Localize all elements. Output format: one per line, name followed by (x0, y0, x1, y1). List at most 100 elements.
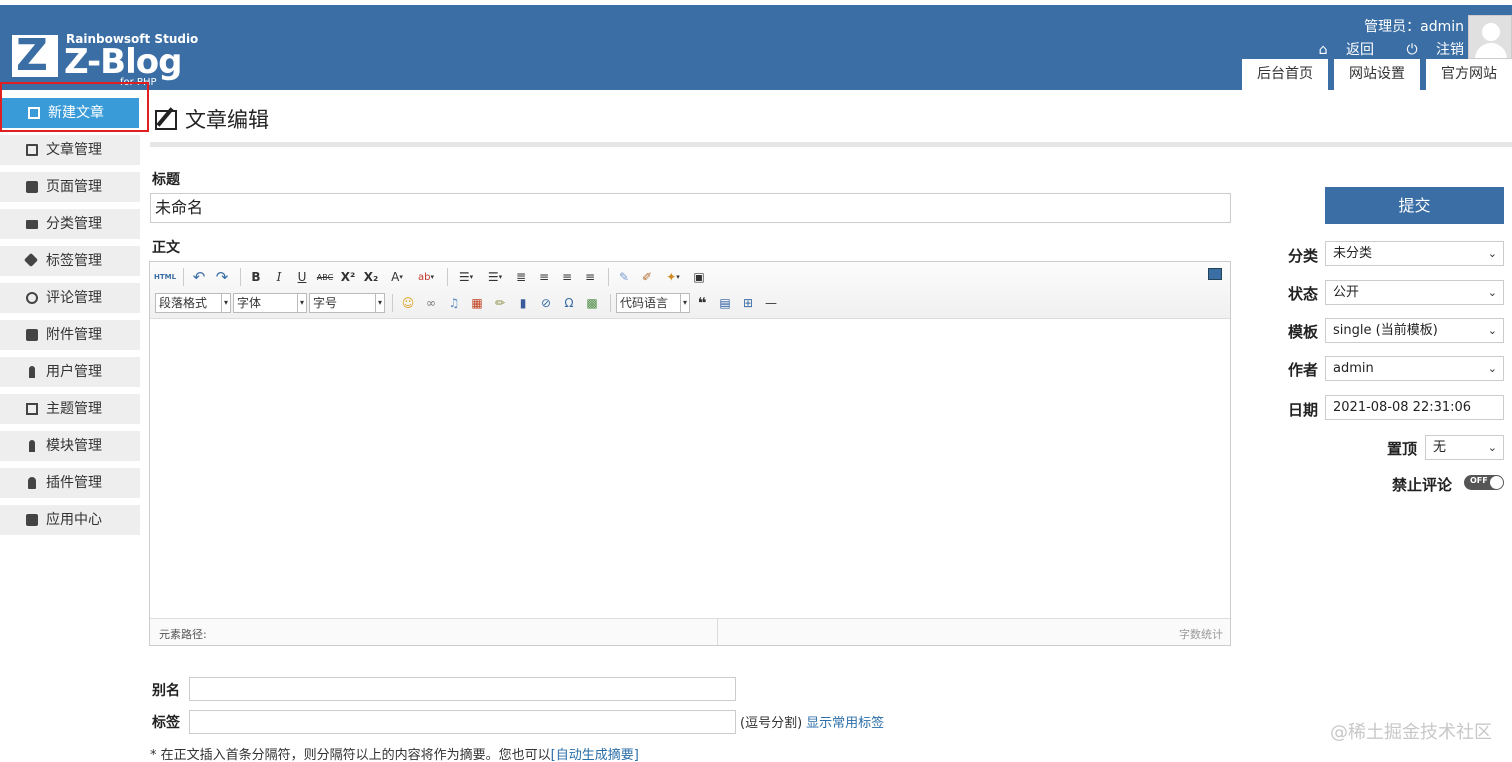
indent-button[interactable]: ≣ (511, 267, 531, 287)
disable-comment-toggle[interactable]: OFF (1464, 475, 1504, 490)
tags-input[interactable] (189, 710, 736, 734)
avatar[interactable] (1468, 15, 1512, 59)
page-title-text: 文章编辑 (185, 108, 269, 132)
indent-icon: ≣ (515, 270, 527, 284)
chevron-down-icon: ⌄ (1487, 247, 1497, 260)
blockquote-button[interactable]: ❝ (692, 293, 712, 313)
sidebar-item-plugin-manage[interactable]: 插件管理 (0, 468, 140, 498)
sidebar-item-attachment-manage[interactable]: 附件管理 (0, 320, 140, 350)
sidebar-item-theme-manage[interactable]: 主题管理 (0, 394, 140, 424)
special-char-button[interactable]: Ω (559, 293, 579, 313)
sidebar-item-module-manage[interactable]: 模块管理 (0, 431, 140, 461)
align-right-button[interactable]: ≡ (580, 267, 600, 287)
sticky-select[interactable]: 无 ⌄ (1425, 435, 1504, 460)
dropdown-arrow-icon: ▾ (498, 273, 503, 281)
tab-site-settings[interactable]: 网站设置 (1334, 59, 1420, 90)
smiley-icon: ☺ (401, 296, 415, 310)
template-select[interactable]: single (当前模板) ⌄ (1325, 318, 1504, 343)
link-icon: ∞ (426, 296, 436, 310)
video-button[interactable]: ▮ (513, 293, 533, 313)
link-button[interactable]: ∞ (421, 293, 441, 313)
unordered-list-icon: ☰ (487, 270, 499, 284)
fullscreen-icon[interactable] (1208, 268, 1222, 280)
table-button[interactable]: ⊞ (738, 293, 758, 313)
theme-icon (26, 403, 38, 415)
omega-icon: Ω (564, 296, 574, 310)
attachment-button[interactable]: ⊘ (536, 293, 556, 313)
align-center-button[interactable]: ≡ (557, 267, 577, 287)
superscript-button[interactable]: X² (338, 267, 358, 287)
user-area: 管理员：admin ⌂ 返回 ⏻ 注销 (1291, 16, 1464, 59)
emoticon-button[interactable]: ☺ (398, 293, 418, 313)
dropdown-arrow-icon: ▾ (297, 294, 306, 312)
toolbar-separator (183, 268, 184, 286)
tab-official-site[interactable]: 官方网站 (1426, 59, 1512, 90)
document-icon (26, 144, 38, 156)
paragraph-format-select[interactable]: 段落格式 ▾ (155, 293, 231, 313)
editor-content-area[interactable] (150, 319, 1230, 618)
toggle-knob (1490, 476, 1503, 489)
ordered-list-button[interactable]: ☰ ▾ (453, 267, 479, 287)
element-path-label: 元素路径: (159, 628, 207, 641)
comment-icon (26, 292, 38, 304)
title-input[interactable]: 未命名 (150, 193, 1231, 223)
editor-statusbar: 元素路径: 字数统计 (150, 618, 1230, 645)
sidebar-item-label: 用户管理 (46, 364, 102, 380)
power-icon: ⏻ (1406, 42, 1418, 58)
date-input[interactable]: 2021-08-08 22:31:06 (1325, 395, 1504, 420)
sidebar-item-article-manage[interactable]: 文章管理 (0, 135, 140, 165)
align-left-button[interactable]: ≡ (534, 267, 554, 287)
highlight-color-button[interactable]: ab ▾ (413, 267, 439, 287)
tags-note: (逗号分割) 显示常用标签 (740, 712, 884, 731)
magic-button[interactable]: ✦ ▾ (660, 267, 686, 287)
eraser-button[interactable]: ✎ (614, 267, 634, 287)
tab-admin-home[interactable]: 后台首页 (1242, 59, 1328, 90)
map-button[interactable]: ▩ (582, 293, 602, 313)
back-link[interactable]: ⌂ 返回 (1305, 39, 1374, 59)
unordered-list-button[interactable]: ☰ ▾ (482, 267, 508, 287)
logout-link[interactable]: ⏻ 注销 (1392, 39, 1464, 59)
horizontal-rule-button[interactable]: — (761, 293, 781, 313)
alias-input[interactable] (189, 677, 736, 701)
highlight-box (0, 82, 149, 132)
code-language-select[interactable]: 代码语言 ▾ (616, 293, 690, 313)
undo-button[interactable]: ↶ (189, 267, 209, 287)
underline-button[interactable]: U (292, 267, 312, 287)
plugin-icon (28, 477, 36, 489)
status-select[interactable]: 公开 ⌄ (1325, 280, 1504, 305)
word-import-button[interactable]: ▤ (715, 293, 735, 313)
chevron-down-icon: ⌄ (1487, 441, 1497, 454)
music-button[interactable]: ♫ (444, 293, 464, 313)
sidebar: 新建文章 文章管理 页面管理 分类管理 标签管理 评论管理 附件管理 用户管理 … (0, 92, 140, 542)
top-tabs: 后台首页 网站设置 官方网站 (1236, 59, 1512, 90)
sidebar-item-page-manage[interactable]: 页面管理 (0, 172, 140, 202)
logo-brand-text: Z-Blog (64, 42, 182, 82)
font-color-button[interactable]: A ▾ (384, 267, 410, 287)
scrawl-button[interactable]: ✏ (490, 293, 510, 313)
sidebar-item-tag-manage[interactable]: 标签管理 (0, 246, 140, 276)
sidebar-item-category-manage[interactable]: 分类管理 (0, 209, 140, 239)
redo-button[interactable]: ↷ (212, 267, 232, 287)
author-select[interactable]: admin ⌄ (1325, 356, 1504, 381)
show-common-tags-link[interactable]: 显示常用标签 (806, 716, 884, 731)
font-family-select[interactable]: 字体 ▾ (233, 293, 307, 313)
sidebar-item-app-center[interactable]: 应用中心 (0, 505, 140, 535)
sidebar-item-comment-manage[interactable]: 评论管理 (0, 283, 140, 313)
subscript-button[interactable]: X₂ (361, 267, 381, 287)
paperclip-icon: ⊘ (540, 296, 552, 310)
paste-button[interactable]: ▣ (689, 267, 709, 287)
bold-button[interactable]: B (246, 267, 266, 287)
html-source-button[interactable]: HTML (154, 267, 176, 287)
image-button[interactable]: ▦ (467, 293, 487, 313)
strikethrough-button[interactable]: ABC (315, 267, 335, 287)
toolbar-separator (447, 268, 448, 286)
submit-button[interactable]: 提交 (1325, 187, 1504, 224)
category-select[interactable]: 未分类 ⌄ (1325, 241, 1504, 266)
brush-icon: ✐ (641, 270, 653, 284)
italic-button[interactable]: I (269, 267, 289, 287)
font-size-select[interactable]: 字号 ▾ (309, 293, 385, 313)
auto-summary-link[interactable]: [自动生成摘要] (551, 748, 639, 762)
back-label: 返回 (1346, 42, 1375, 58)
sidebar-item-user-manage[interactable]: 用户管理 (0, 357, 140, 387)
format-brush-button[interactable]: ✐ (637, 267, 657, 287)
